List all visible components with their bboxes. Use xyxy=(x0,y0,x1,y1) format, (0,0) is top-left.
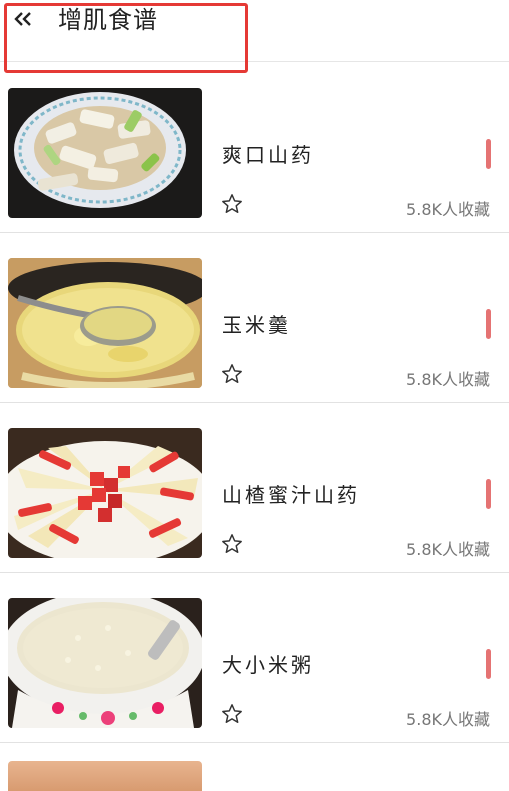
accent-bar xyxy=(486,479,491,509)
star-outline-icon[interactable] xyxy=(221,533,243,555)
recipe-image xyxy=(8,88,202,218)
recipe-row[interactable]: 玉米羹 5.8K人收藏 xyxy=(0,233,509,403)
app-header: 增肌食谱 xyxy=(0,0,509,62)
accent-bar xyxy=(486,309,491,339)
back-button[interactable] xyxy=(12,8,34,30)
favorite-count: 5.8K人收藏 xyxy=(406,710,490,729)
star-outline-icon[interactable] xyxy=(221,703,243,725)
accent-bar xyxy=(486,139,491,169)
recipe-image xyxy=(8,598,202,728)
favorite-count: 5.8K人收藏 xyxy=(406,370,490,389)
star-outline-icon[interactable] xyxy=(221,363,243,385)
recipe-name: 大小米粥 xyxy=(222,653,314,677)
favorite-count: 5.8K人收藏 xyxy=(406,540,490,559)
favorite-count: 5.8K人收藏 xyxy=(406,200,490,219)
recipe-name: 爽口山药 xyxy=(222,143,314,167)
recipe-image xyxy=(8,428,202,558)
recipe-name: 山楂蜜汁山药 xyxy=(222,483,360,507)
recipe-row[interactable]: 大小米粥 5.8K人收藏 xyxy=(0,573,509,743)
accent-bar xyxy=(486,649,491,679)
recipe-image xyxy=(8,761,202,791)
recipe-row[interactable]: 爽口山药 5.8K人收藏 xyxy=(0,63,509,233)
recipe-row[interactable]: 山楂蜜汁山药 5.8K人收藏 xyxy=(0,403,509,573)
recipe-image xyxy=(8,258,202,388)
recipe-row-partial[interactable] xyxy=(0,743,509,791)
double-chevron-left-icon xyxy=(14,12,31,26)
recipe-name: 玉米羹 xyxy=(222,313,291,337)
recipe-list: 爽口山药 5.8K人收藏 玉米羹 5.8K人收藏 山楂蜜汁山药 5.8K人收藏 … xyxy=(0,63,509,791)
page-title: 增肌食谱 xyxy=(58,6,158,34)
star-outline-icon[interactable] xyxy=(221,193,243,215)
